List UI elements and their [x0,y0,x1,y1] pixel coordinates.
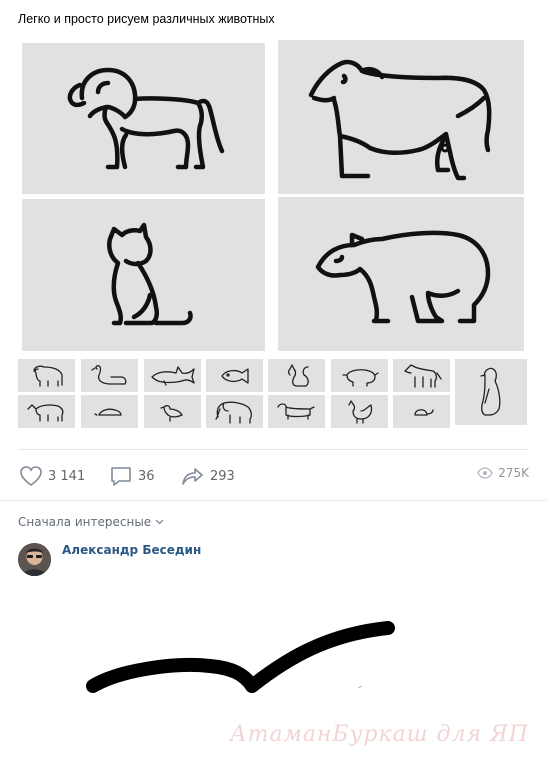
thumb-horse[interactable] [393,359,450,392]
thumb-gorilla[interactable] [18,359,75,392]
comments-sort-dropdown[interactable]: Сначала интересные [18,515,164,529]
thumb-mole[interactable] [81,395,138,428]
eye-icon [477,467,493,479]
horse-icon [404,364,442,388]
pig-icon [342,369,379,387]
photo-lion[interactable] [22,43,265,194]
cat-outline-icon [107,222,193,326]
thumb-mouse[interactable] [393,395,450,428]
share-button[interactable]: 293 [180,462,235,490]
avatar[interactable] [18,543,51,576]
thumb-shark[interactable] [144,359,201,392]
share-icon [182,468,203,485]
comment-button[interactable]: 36 [108,462,155,490]
like-count: 3 141 [48,468,86,484]
thumb-pig[interactable] [331,359,388,392]
thumb-fish[interactable] [206,359,263,392]
dachshund-icon [277,403,315,420]
photo-cat[interactable] [22,199,265,351]
cow-outline-icon [308,59,492,181]
comment-icon [111,467,131,486]
thumb-squirrel[interactable] [268,359,325,392]
section-divider [0,500,547,501]
thumb-penguin[interactable] [455,359,527,425]
comment-author-name[interactable]: Александр Беседин [62,543,201,557]
thumb-rooster[interactable] [331,395,388,428]
views-counter: 275K [477,466,529,480]
thumb-bird[interactable] [144,395,201,428]
mole-icon [94,408,122,416]
heart-icon [20,466,42,486]
share-count: 293 [210,468,235,484]
elephant-icon [215,401,252,424]
rhino-icon [27,404,64,422]
lion-outline-icon [67,67,225,170]
thumb-rhino[interactable] [18,395,75,428]
comment-count: 36 [138,468,155,484]
fish-icon [221,368,249,384]
views-count: 275K [498,466,529,480]
bear-outline-icon [315,230,491,324]
bird-icon [160,405,183,422]
like-button[interactable]: 3 141 [18,462,85,490]
thumb-dachshund[interactable] [268,395,325,428]
rooster-icon [348,400,373,424]
watermark-text: АтаманБуркаш для ЯП [229,722,529,747]
chevron-down-icon [155,519,164,525]
gorilla-icon [33,365,63,387]
mouse-icon [414,409,434,416]
photo-bear[interactable] [278,197,524,351]
swan-icon [91,365,127,385]
user-photo-icon [18,543,51,576]
post-text: Легко и просто рисуем различных животных [18,12,275,26]
squirrel-icon [287,364,309,387]
comments-sort-label: Сначала интересные [18,515,152,529]
post-divider [18,449,528,450]
penguin-icon [480,367,501,416]
photo-cow[interactable] [278,40,524,194]
thumb-swan[interactable] [81,359,138,392]
thumb-elephant[interactable] [206,395,263,428]
shark-icon [151,366,195,386]
drawn-line-sketch [86,621,395,693]
